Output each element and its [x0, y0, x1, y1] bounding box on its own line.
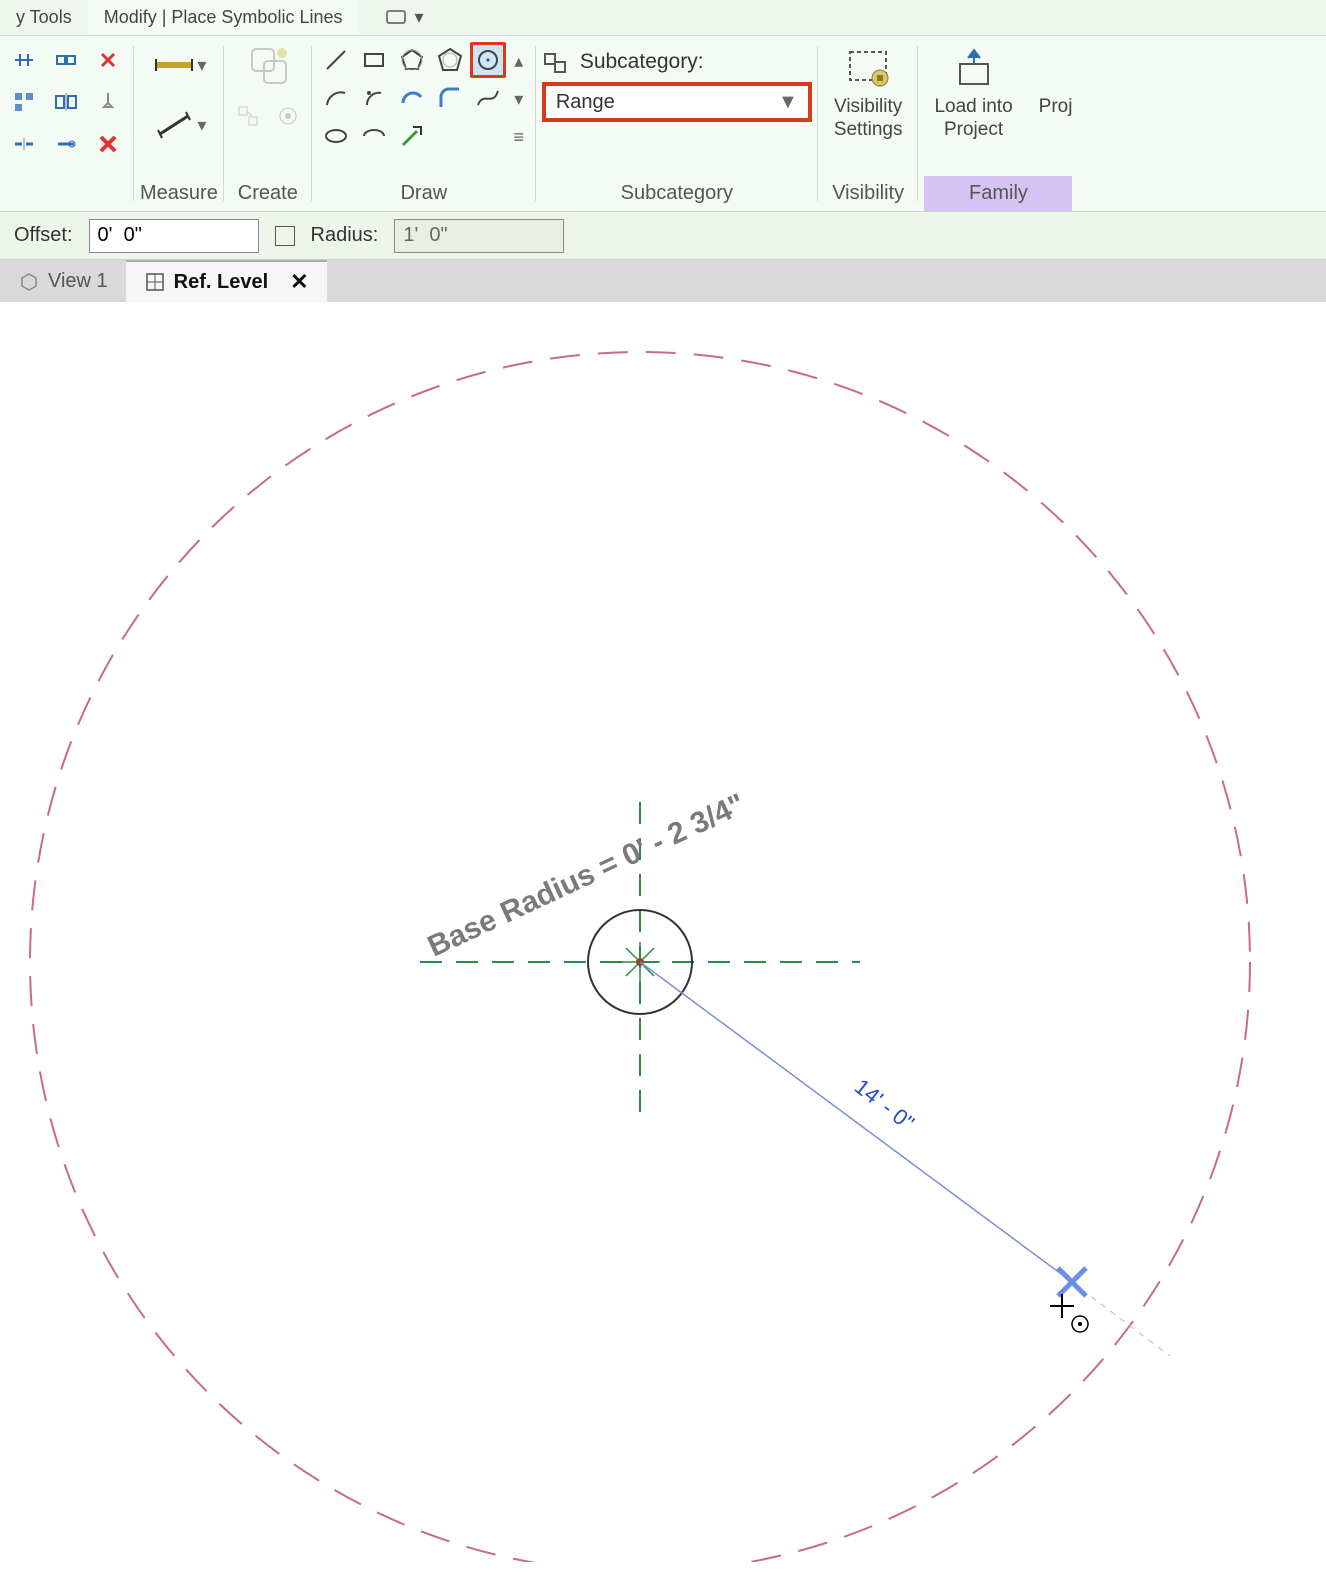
ribbon-tab-active[interactable]: Modify | Place Symbolic Lines: [88, 0, 359, 35]
offset-input[interactable]: [89, 219, 259, 253]
create-group-icon[interactable]: [245, 42, 291, 88]
radius-input[interactable]: [394, 219, 564, 253]
project-label: Proj: [1039, 96, 1073, 119]
measure-panel: ▾ ▾ Measure: [134, 36, 224, 211]
visibility-settings-label: Visibility Settings: [834, 96, 903, 142]
view-tab-label: View 1: [48, 270, 108, 293]
ribbon: ▾ ▾ Measure Create: [0, 36, 1326, 212]
create-assembly-icon[interactable]: [270, 98, 306, 134]
draw-label: Draw: [318, 176, 530, 211]
family-panel-label: Family: [924, 176, 1072, 211]
visibility-settings-button[interactable]: Visibility Settings: [824, 42, 913, 146]
create-label: Create: [230, 176, 306, 211]
trim-icon[interactable]: [48, 126, 84, 162]
load-into-project-button[interactable]: Load into Project: [924, 42, 1022, 146]
subcategory-panel-label: Subcategory: [542, 176, 812, 211]
circumscribed-polygon-icon[interactable]: [432, 42, 468, 78]
visibility-panel: Visibility Settings Visibility: [818, 36, 919, 211]
drawing-canvas[interactable]: Base Radius = 0' - 2 3/4" 14' - 0": [0, 302, 1326, 1562]
fillet-arc-icon[interactable]: [432, 80, 468, 116]
temp-radius-line: [640, 962, 1072, 1282]
mirror-icon[interactable]: [48, 84, 84, 120]
subcategory-label: Subcategory:: [580, 50, 704, 74]
dimension-icon[interactable]: [151, 102, 197, 148]
line-tool-icon[interactable]: [318, 42, 354, 78]
radius-checkbox[interactable]: [275, 226, 295, 246]
unpin-icon[interactable]: [90, 42, 126, 78]
ellipse-tool-icon[interactable]: [318, 118, 354, 154]
snap-point-icon: [1058, 1268, 1086, 1296]
visibility-panel-label: Visibility: [824, 176, 913, 211]
subcategory-icon: [542, 48, 570, 76]
view-3d-icon: [18, 270, 40, 292]
project-button[interactable]: Proj: [1029, 42, 1073, 123]
split-icon[interactable]: [6, 126, 42, 162]
draw-gallery-down-icon[interactable]: ▾: [508, 80, 530, 118]
spline-tool-icon[interactable]: [470, 80, 506, 116]
create-panel: Create: [224, 36, 312, 211]
view-tab-label: Ref. Level: [174, 271, 268, 294]
subcategory-panel: Subcategory: Range ▼ Subcategory: [536, 36, 818, 211]
dropdown-arrow-icon[interactable]: ▾: [197, 115, 206, 136]
subcategory-value: Range: [556, 91, 615, 114]
chevron-down-icon: ▼: [778, 91, 798, 114]
delete-icon[interactable]: [90, 126, 126, 162]
offset-label: Offset:: [14, 224, 73, 247]
panel-label: [6, 176, 128, 211]
family-panel: Load into Project Proj Family: [918, 36, 1078, 211]
arc-start-end-icon[interactable]: [318, 80, 354, 116]
options-bar: Offset: Radius:: [0, 212, 1326, 260]
dropdown-arrow-icon[interactable]: ▾: [197, 55, 206, 76]
plan-view-icon: [144, 271, 166, 293]
ribbon-tabbar: y Tools Modify | Place Symbolic Lines ▾: [0, 0, 1326, 36]
measure-icon[interactable]: [151, 42, 197, 88]
create-similar-icon[interactable]: [230, 98, 266, 134]
partial-ellipse-icon[interactable]: [356, 118, 392, 154]
radius-label: Radius:: [311, 224, 379, 247]
draw-gallery-up-icon[interactable]: ▴: [508, 42, 530, 80]
pick-lines-icon[interactable]: [394, 118, 430, 154]
modify-panel: [0, 36, 134, 211]
rectangle-tool-icon[interactable]: [356, 42, 392, 78]
arc-tangent-icon[interactable]: [394, 80, 430, 116]
pin-icon[interactable]: [90, 84, 126, 120]
circle-tool-icon[interactable]: [470, 42, 506, 78]
subcategory-dropdown[interactable]: Range ▼: [542, 82, 812, 122]
close-tab-icon[interactable]: ✕: [290, 269, 308, 295]
arc-center-icon[interactable]: [356, 80, 392, 116]
ribbon-tab-prev[interactable]: y Tools: [0, 0, 88, 35]
draw-gallery-expand-icon[interactable]: ≡: [508, 118, 530, 156]
offset-tool-icon[interactable]: [48, 42, 84, 78]
draw-panel: ▴ ▾ ≡ Draw: [312, 36, 536, 211]
context-help-dropdown[interactable]: ▾: [378, 7, 431, 28]
cursor-icon: [1050, 1294, 1088, 1332]
align-icon[interactable]: [6, 42, 42, 78]
measure-label: Measure: [140, 176, 218, 211]
view-tabs: View 1 Ref. Level ✕: [0, 260, 1326, 302]
view-tab-view1[interactable]: View 1: [0, 260, 126, 302]
load-into-project-label: Load into Project: [934, 96, 1012, 142]
array-icon[interactable]: [6, 84, 42, 120]
inscribed-polygon-icon[interactable]: [394, 42, 430, 78]
view-tab-ref-level[interactable]: Ref. Level ✕: [126, 260, 327, 302]
